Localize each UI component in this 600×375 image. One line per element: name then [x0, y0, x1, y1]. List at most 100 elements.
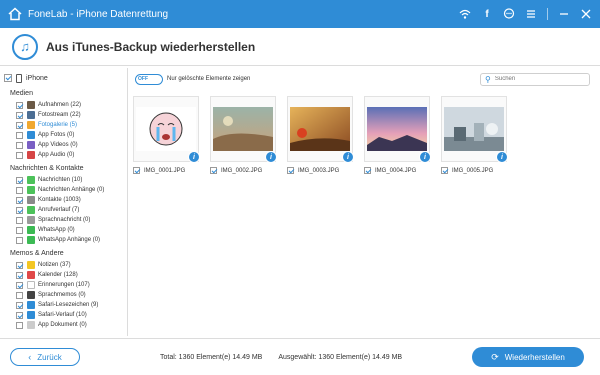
chat-icon[interactable] [503, 8, 515, 20]
sidebar-item[interactable]: Notizen (37) [0, 260, 127, 270]
category-icon [27, 321, 35, 329]
sidebar-item[interactable]: App Dokument (0) [0, 320, 127, 330]
sidebar-item[interactable]: App Videos (0) [0, 140, 127, 150]
sidebar-item[interactable]: Aufnahmen (22) [0, 100, 127, 110]
photo-checkbox[interactable] [133, 167, 140, 174]
item-checkbox[interactable] [16, 121, 23, 129]
group-title: Nachrichten & Kontakte [10, 165, 84, 172]
info-icon[interactable]: i [342, 151, 354, 163]
back-button[interactable]: ‹ Zurück [10, 348, 80, 366]
category-icon [27, 261, 35, 269]
sidebar-item[interactable]: Fotogalerie (5) [0, 120, 127, 130]
sidebar-item[interactable]: Safari-Lesezeichen (9) [0, 300, 127, 310]
photo-item[interactable]: i IMG_0001.JPG [133, 96, 200, 180]
category-icon [27, 216, 35, 224]
photo-thumbnail-frame[interactable]: i [133, 96, 200, 163]
info-icon[interactable]: i [419, 151, 431, 163]
category-icon [27, 271, 35, 279]
item-checkbox[interactable] [16, 151, 23, 159]
minimize-icon[interactable] [558, 8, 570, 20]
category-icon [27, 111, 35, 119]
photo-item[interactable]: i IMG_0002.JPG [210, 96, 277, 180]
arrow-left-icon: ‹ [28, 352, 32, 362]
sidebar-item[interactable]: Anrufverlauf (7) [0, 205, 127, 215]
sidebar-item-label: Notizen (37) [38, 262, 71, 268]
photo-caption: IMG_0005.JPG [441, 167, 507, 174]
device-checkbox[interactable] [4, 74, 12, 82]
item-checkbox[interactable] [16, 261, 23, 269]
item-checkbox[interactable] [16, 141, 23, 149]
photo-checkbox[interactable] [287, 167, 294, 174]
group-title: Memos & Andere [10, 250, 64, 257]
item-checkbox[interactable] [16, 281, 23, 289]
item-checkbox[interactable] [16, 206, 23, 214]
sidebar-item[interactable]: Sprachmemos (0) [0, 290, 127, 300]
photo-thumbnail [444, 107, 504, 151]
photo-item[interactable]: i IMG_0005.JPG [441, 96, 508, 180]
photo-caption: IMG_0002.JPG [210, 167, 276, 174]
home-icon[interactable] [8, 7, 22, 21]
sidebar-item-label: Safari-Lesezeichen (9) [38, 302, 99, 308]
photo-filename: IMG_0005.JPG [452, 167, 494, 174]
menu-icon[interactable] [525, 8, 537, 20]
sidebar-item[interactable]: Nachrichten Anhänge (0) [0, 185, 127, 195]
item-checkbox[interactable] [16, 271, 23, 279]
sidebar-item[interactable]: Kontakte (1003) [0, 195, 127, 205]
search-box[interactable]: ⚲ [480, 72, 590, 86]
photo-item[interactable]: i IMG_0003.JPG [287, 96, 354, 180]
device-root[interactable]: iPhone [0, 71, 127, 85]
item-checkbox[interactable] [16, 311, 23, 319]
item-checkbox[interactable] [16, 321, 23, 329]
photo-thumbnail [136, 107, 196, 151]
sidebar-item[interactable]: App Audio (0) [0, 150, 127, 160]
deleted-only-toggle[interactable]: OFF [135, 73, 163, 85]
sidebar-item[interactable]: WhatsApp Anhänge (0) [0, 235, 127, 245]
item-checkbox[interactable] [16, 131, 23, 139]
photo-thumbnail-frame[interactable]: i [441, 96, 508, 163]
restore-icon: ⟳ [491, 351, 499, 362]
item-checkbox[interactable] [16, 101, 23, 109]
facebook-icon[interactable]: f [481, 8, 493, 20]
photo-item[interactable]: i IMG_0004.JPG [364, 96, 431, 180]
sidebar-item[interactable]: Safari-Verlauf (10) [0, 310, 127, 320]
sidebar-item[interactable]: Sprachnachricht (0) [0, 215, 127, 225]
sidebar-item[interactable]: Fotostream (22) [0, 110, 127, 120]
sidebar-item[interactable]: WhatsApp (0) [0, 225, 127, 235]
photo-thumbnail-frame[interactable]: i [364, 96, 431, 163]
sidebar-item-label: Fotostream (22) [38, 112, 81, 118]
photo-thumbnail-frame[interactable]: i [287, 96, 354, 163]
item-checkbox[interactable] [16, 111, 23, 119]
item-checkbox[interactable] [16, 291, 23, 299]
item-checkbox[interactable] [16, 301, 23, 309]
item-checkbox[interactable] [16, 196, 23, 204]
sidebar-item[interactable]: Kalender (128) [0, 270, 127, 280]
info-icon[interactable]: i [496, 151, 508, 163]
photo-checkbox[interactable] [364, 167, 371, 174]
close-icon[interactable] [580, 8, 592, 20]
item-checkbox[interactable] [16, 236, 23, 244]
sidebar-item[interactable]: Erinnerungen (107) [0, 280, 127, 290]
category-icon [27, 186, 35, 194]
photo-caption: IMG_0004.JPG [364, 167, 430, 174]
wifi-icon[interactable] [459, 8, 471, 20]
photo-grid: i IMG_0001.JPG i IMG_0002.JPG i IMG_0003.JPG i… [133, 96, 593, 186]
item-checkbox[interactable] [16, 176, 23, 184]
music-note-icon: ♫ [12, 33, 38, 60]
info-icon[interactable]: i [188, 151, 200, 163]
photo-thumbnail-frame[interactable]: i [210, 96, 277, 163]
sidebar-item-label: App Fotos (0) [38, 132, 75, 138]
search-icon: ⚲ [485, 74, 491, 84]
sidebar-item-label: Sprachnachricht (0) [38, 217, 91, 223]
photo-checkbox[interactable] [441, 167, 448, 174]
category-icon [27, 291, 35, 299]
restore-button[interactable]: ⟳ Wiederherstellen [472, 347, 584, 367]
photo-checkbox[interactable] [210, 167, 217, 174]
search-input[interactable] [494, 76, 585, 82]
item-checkbox[interactable] [16, 226, 23, 234]
info-icon[interactable]: i [265, 151, 277, 163]
item-checkbox[interactable] [16, 186, 23, 194]
sidebar-item[interactable]: Nachrichten (10) [0, 175, 127, 185]
item-checkbox[interactable] [16, 216, 23, 224]
sidebar-item[interactable]: App Fotos (0) [0, 130, 127, 140]
page-header: ♫ Aus iTunes-Backup wiederherstellen [0, 28, 600, 66]
